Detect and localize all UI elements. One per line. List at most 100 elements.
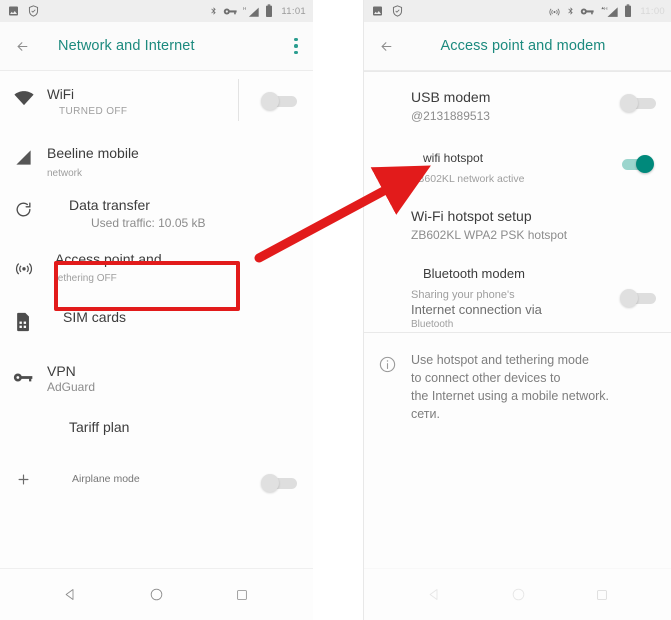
back-button[interactable]	[364, 39, 408, 54]
list-item-title: Tariff plan	[69, 419, 130, 435]
list-item-subtitle: AdGuard	[47, 380, 96, 394]
list-item-vpn[interactable]: VPN AdGuard	[0, 349, 313, 403]
list-item-subtitle: ZB602KL WPA2 PSK hotspot	[411, 228, 568, 242]
shield-icon	[28, 5, 39, 17]
status-bar-right-icons: H 11:00	[548, 4, 665, 18]
hotspot-icon	[549, 8, 560, 16]
recents-square-icon	[237, 589, 247, 600]
status-bar-left-icons	[371, 4, 404, 18]
settings-list-left: WiFi TURNED OFF Beeline mobile network D…	[0, 71, 313, 568]
bluetooth-modem-toggle[interactable]	[620, 288, 658, 308]
list-item-wifi-hotspot-setup[interactable]: Wi-Fi hotspot setup ZB602KL WPA2 PSK hot…	[364, 192, 671, 250]
list-item-subtitle: Used traffic: 10.05 kB	[91, 216, 206, 230]
bluetooth-icon	[568, 7, 574, 15]
overflow-dot	[294, 50, 298, 55]
list-item-title: Bluetooth modem	[423, 266, 525, 281]
list-item-subtitle: network	[47, 168, 83, 179]
list-item-text: USB modem @2131889513	[411, 89, 620, 123]
wifi-hotspot-toggle[interactable]	[620, 154, 658, 174]
list-item-subtitle-line2: Internet connection via	[411, 302, 542, 317]
info-line: сети.	[411, 407, 440, 421]
list-item-text: Wi-Fi hotspot setup ZB602KL WPA2 PSK hot…	[411, 208, 671, 242]
list-item-text: Airplane mode	[47, 469, 261, 486]
status-bar-left: H 11:01	[0, 0, 313, 22]
list-item-trailing	[261, 87, 313, 111]
list-item-trailing	[620, 89, 671, 113]
wifi-toggle[interactable]	[261, 91, 299, 111]
list-item-text: SIM cards	[47, 309, 313, 325]
recents-square-icon	[597, 589, 607, 600]
list-item-mobile-network[interactable]: Beeline mobile network	[0, 129, 313, 183]
nav-back-button[interactable]	[49, 573, 93, 617]
overflow-dot	[294, 37, 298, 42]
list-item-text: Beeline mobile network	[47, 145, 313, 181]
list-item-subtitle-line1: Sharing your phone's	[411, 289, 515, 301]
list-item-trailing	[620, 266, 671, 308]
status-bar-clock: 11:00	[640, 5, 665, 17]
svg-text:H: H	[243, 6, 246, 11]
airplane-mode-toggle[interactable]	[261, 473, 299, 493]
list-item-wifi[interactable]: WiFi TURNED OFF	[0, 71, 313, 129]
navigation-bar-right	[364, 568, 671, 620]
back-arrow-icon	[17, 41, 27, 51]
toggle-knob	[261, 92, 279, 110]
back-button[interactable]	[0, 39, 44, 54]
info-line: the Internet using a mobile network.	[411, 389, 610, 403]
list-item-title: USB modem	[411, 89, 491, 105]
list-item-trailing	[620, 150, 671, 174]
list-item-subtitle-line3: Bluetooth	[411, 319, 454, 330]
usb-modem-toggle[interactable]	[620, 93, 658, 113]
right-phone-screenshot: H 11:00 Access point and modem USB modem…	[363, 0, 671, 620]
list-item-title: SIM cards	[63, 309, 127, 325]
toggle-knob	[261, 474, 279, 492]
status-bar-left-icons	[7, 4, 40, 18]
navigation-bar-left	[0, 568, 313, 620]
list-item-tariff-plan[interactable]: Tariff plan	[0, 403, 313, 453]
image-icon	[9, 6, 18, 16]
list-item-text: Tariff plan	[47, 419, 313, 435]
page-title: Network and Internet	[58, 38, 195, 54]
overflow-dot	[294, 44, 298, 48]
signal-cellular-icon	[0, 145, 47, 167]
hotspot-icon	[0, 251, 47, 278]
nav-home-button[interactable]	[134, 573, 178, 617]
list-item-sim-cards[interactable]: SIM cards	[0, 295, 313, 349]
list-item-title: Beeline mobile	[47, 145, 139, 161]
app-bar-left: Network and Internet	[0, 22, 313, 71]
list-item-usb-modem[interactable]: USB modem @2131889513	[364, 72, 671, 134]
list-item-data-transfer[interactable]: Data transfer Used traffic: 10.05 kB	[0, 183, 313, 237]
home-circle-icon	[512, 588, 524, 601]
wifi-icon	[0, 87, 47, 106]
list-item-title: WiFi	[47, 87, 74, 102]
plus-icon	[0, 469, 47, 487]
tethering-list-right: USB modem @2131889513 wifi hotspot ZB602…	[364, 71, 671, 568]
nav-recents-button[interactable]	[580, 573, 624, 617]
toggle-knob	[636, 155, 654, 173]
list-item-airplane-mode[interactable]: Airplane mode	[0, 453, 313, 507]
list-item-subtitle: ZB602KL network active	[411, 173, 525, 185]
list-item-wifi-hotspot[interactable]: wifi hotspot ZB602KL network active	[364, 134, 671, 192]
list-item-subtitle: tethering OFF	[55, 273, 117, 284]
left-phone-screenshot: H 11:01 Network and Internet WiFi TURNED…	[0, 0, 314, 620]
nav-home-button[interactable]	[496, 573, 540, 617]
list-item-title: Access point and	[55, 251, 162, 267]
page-title: Access point and modem	[440, 38, 606, 54]
image-icon	[373, 6, 382, 16]
bluetooth-modem-icon-placeholder	[364, 266, 411, 269]
list-item-access-point[interactable]: Access point and tethering OFF	[0, 237, 313, 295]
nav-back-button[interactable]	[412, 573, 456, 617]
bluetooth-icon	[211, 7, 217, 15]
nav-recents-button[interactable]	[220, 573, 264, 617]
toggle-knob	[620, 94, 638, 112]
svg-text:H: H	[604, 6, 608, 12]
info-block: Use hotspot and tethering mode to connec…	[364, 333, 671, 423]
wifi-setup-icon-placeholder	[364, 208, 411, 211]
vpn-key-icon	[0, 363, 47, 384]
list-item-bluetooth-modem[interactable]: Bluetooth modem Sharing your phone's Int…	[364, 250, 671, 332]
more-options-button[interactable]	[279, 37, 313, 55]
info-text-block: Use hotspot and tethering mode to connec…	[411, 351, 671, 423]
vpn-key-icon	[224, 7, 238, 15]
list-item-text: VPN AdGuard	[47, 363, 313, 394]
data-transfer-icon	[0, 197, 47, 219]
list-item-text: Bluetooth modem Sharing your phone's Int…	[411, 266, 620, 332]
